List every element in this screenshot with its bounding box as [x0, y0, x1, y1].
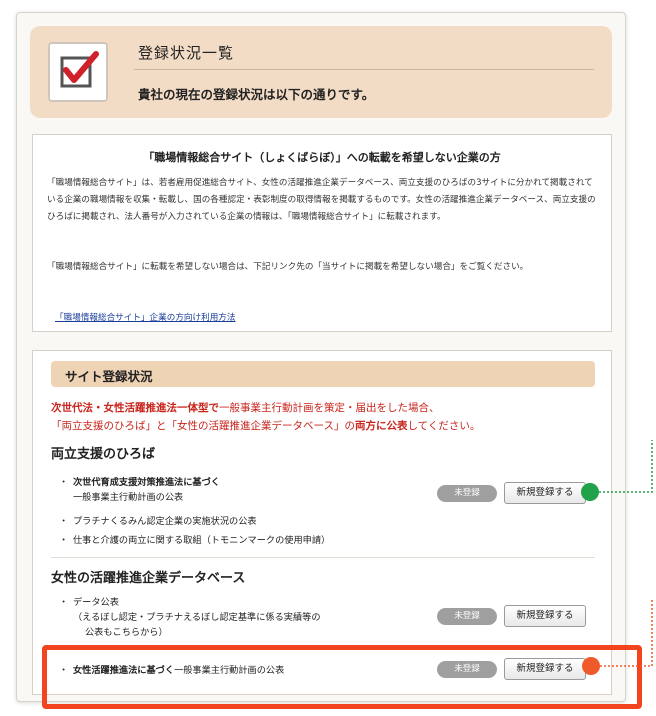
group-title-josei-db: 女性の活躍推進企業データベース [51, 571, 246, 586]
status-badge: 未登録 [437, 661, 497, 678]
page-header: 登録状況一覧 貴社の現在の登録状況は以下の通りです。 [30, 26, 612, 118]
callout-marker-orange [582, 657, 600, 675]
notice-heading: 「職場情報総合サイト（しょくばらぼ）」への転載を希望しない企業の方 [143, 151, 501, 164]
list-item-tomonin: ・仕事と介護の両立に関する取組（トモニンマークの使用申請） [59, 535, 331, 546]
notice-paragraph-1: 「職場情報総合サイト」は、若者雇用促進総合サイト、女性の活躍推進企業データベース… [47, 178, 596, 222]
new-registration-button[interactable]: 新規登録する [504, 605, 586, 627]
notice-text-2b: してください。 [407, 420, 481, 432]
new-registration-button[interactable]: 新規登録する [504, 658, 586, 680]
group-title-ryoritsu: 両立支援のひろば [51, 447, 156, 462]
new-registration-button[interactable]: 新規登録する [504, 482, 586, 504]
status-badge: 未登録 [437, 608, 497, 625]
section-divider [51, 557, 595, 558]
shokubarabo-notice: 「職場情報総合サイト（しょくばらぼ）」への転載を希望しない企業の方 「職場情報総… [32, 134, 612, 332]
list-item-platinum-kurumin: ・プラチナくるみん認定企業の実施状況の公表 [59, 516, 257, 527]
notice-text-2a: 「両立支援のひろば」と「女性の活躍推進企業データベース」の [51, 420, 355, 432]
list-item-data-publication: ・データ公表 （えるぼし認定・プラチナえるぼし認定基準に係る実績等の 公表もこち… [59, 597, 321, 638]
site-registration-section: サイト登録状況 次世代法・女性活躍推進法一体型で一般事業主行動計画を策定・届出を… [32, 350, 612, 695]
list-item-josei-plan: ・女性活躍推進法に基づく一般事業主行動計画の公表 [59, 665, 285, 676]
notice-paragraph-2: 「職場情報総合サイト」に転載を希望しない場合は、下記リンク先の「当サイトに掲載を… [47, 262, 529, 272]
notice-bold-2: 両方に公表 [354, 420, 408, 432]
page-title: 登録状況一覧 [138, 44, 235, 62]
registration-section-header: サイト登録状況 [51, 361, 595, 387]
notice-bold-1: 次世代法・女性活躍推進法一体型で [51, 402, 219, 414]
header-divider [134, 69, 594, 70]
checkbox-check-icon [48, 42, 108, 102]
registration-section-label: サイト登録状況 [65, 369, 153, 384]
list-item-jisedai-plan: ・次世代育成支援対策推進法に基づく 一般事業主行動計画の公表 [59, 477, 220, 503]
page-subtitle: 貴社の現在の登録状況は以下の通りです。 [138, 87, 375, 102]
callout-marker-green [581, 483, 599, 501]
notice-text-1: 一般事業主行動計画を策定・届出をした場合、 [219, 402, 440, 414]
combined-plan-notice: 次世代法・女性活躍推進法一体型で一般事業主行動計画を策定・届出をした場合、 「両… [51, 399, 480, 435]
status-badge: 未登録 [437, 485, 497, 502]
shokubarabo-usage-link[interactable]: 「職場情報総合サイト」企業の方向け利用方法 [55, 311, 235, 323]
